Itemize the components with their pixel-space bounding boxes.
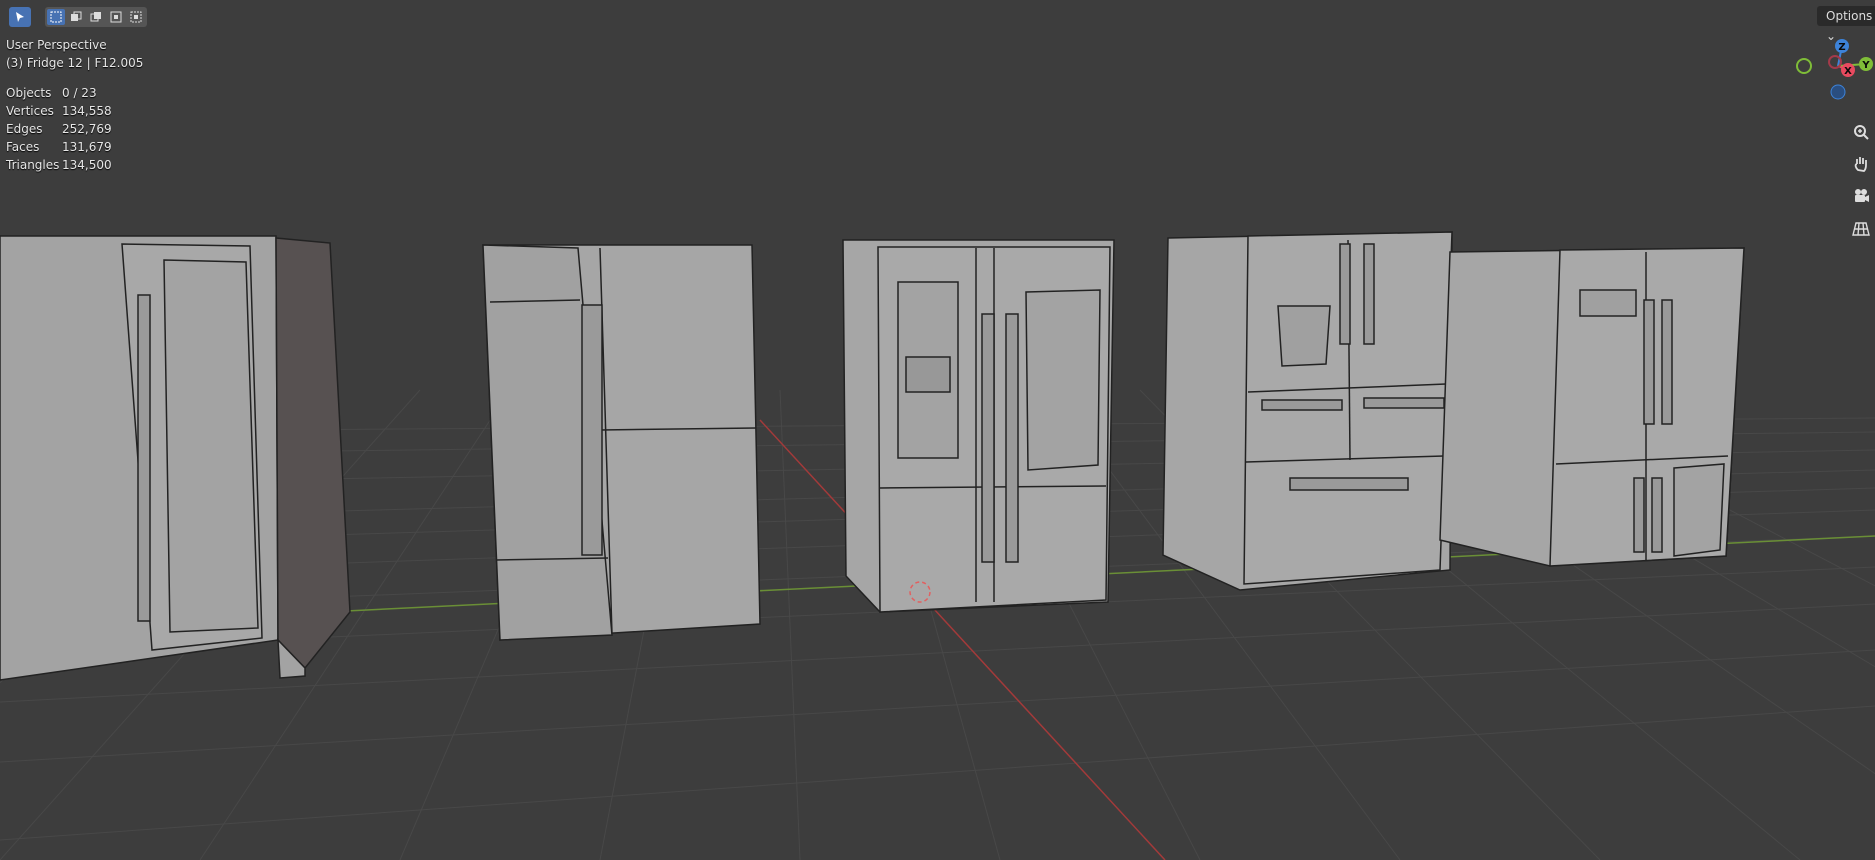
stat-row: Vertices 134,558 [6, 102, 143, 120]
stat-row: Triangles 134,500 [6, 156, 143, 174]
fridge-model-4 [1162, 231, 1453, 591]
3d-viewport[interactable]: Options ⌄ User Perspective (3) Fridge 12… [0, 0, 1875, 860]
cursor-select-icon[interactable] [9, 7, 31, 27]
stat-value: 131,679 [62, 140, 112, 154]
stat-row: Edges 252,769 [6, 120, 143, 138]
stat-label: Objects [6, 86, 52, 100]
select-mode-group [45, 7, 147, 27]
stat-value: 134,500 [62, 158, 112, 172]
select-extend-icon[interactable] [67, 9, 85, 25]
gizmo-neg-z-axis[interactable] [1830, 84, 1846, 100]
scene-stats: Objects 0 / 23 Vertices 134,558 Edges 252,7… [6, 84, 143, 174]
select-new-icon[interactable] [47, 9, 65, 25]
stat-value: 0 / 23 [62, 86, 97, 100]
options-label: Options [1826, 9, 1873, 23]
stat-row: Faces 131,679 [6, 138, 143, 156]
fridge-model-3 [842, 239, 1115, 613]
fridge-model-1 [0, 235, 351, 681]
stat-row: Objects 0 / 23 [6, 84, 143, 102]
fridge-model-2 [482, 244, 761, 641]
stat-value: 134,558 [62, 104, 112, 118]
gizmo-y-label: Y [1861, 60, 1870, 71]
grid-view-icon[interactable] [1849, 216, 1873, 240]
stat-label: Triangles [6, 158, 60, 172]
viewport-nav-buttons [1849, 120, 1873, 240]
pan-hand-icon[interactable] [1849, 152, 1873, 176]
stat-label: Vertices [6, 104, 54, 118]
viewport-info-overlay: User Perspective (3) Fridge 12 | F12.005… [6, 36, 143, 174]
gizmo-neg-y-axis[interactable] [1796, 58, 1812, 74]
scene-canvas [0, 0, 1875, 860]
fridge-model-5 [1439, 247, 1745, 567]
select-invert-icon[interactable] [107, 9, 125, 25]
gizmo-x-label: X [1844, 66, 1852, 77]
active-object-label: (3) Fridge 12 | F12.005 [6, 56, 144, 70]
zoom-icon[interactable] [1849, 120, 1873, 144]
select-intersect-icon[interactable] [127, 9, 145, 25]
stat-label: Faces [6, 140, 40, 154]
select-subtract-icon[interactable] [87, 9, 105, 25]
options-dropdown[interactable]: Options ⌄ [1817, 6, 1875, 43]
gizmo-z-label: Z [1838, 42, 1845, 53]
header-toolbar [9, 7, 147, 27]
view-name: User Perspective [6, 38, 107, 52]
navigation-gizmo[interactable]: Z Y X [1790, 36, 1875, 120]
camera-icon[interactable] [1849, 184, 1873, 208]
stat-label: Edges [6, 122, 43, 136]
stat-value: 252,769 [62, 122, 112, 136]
